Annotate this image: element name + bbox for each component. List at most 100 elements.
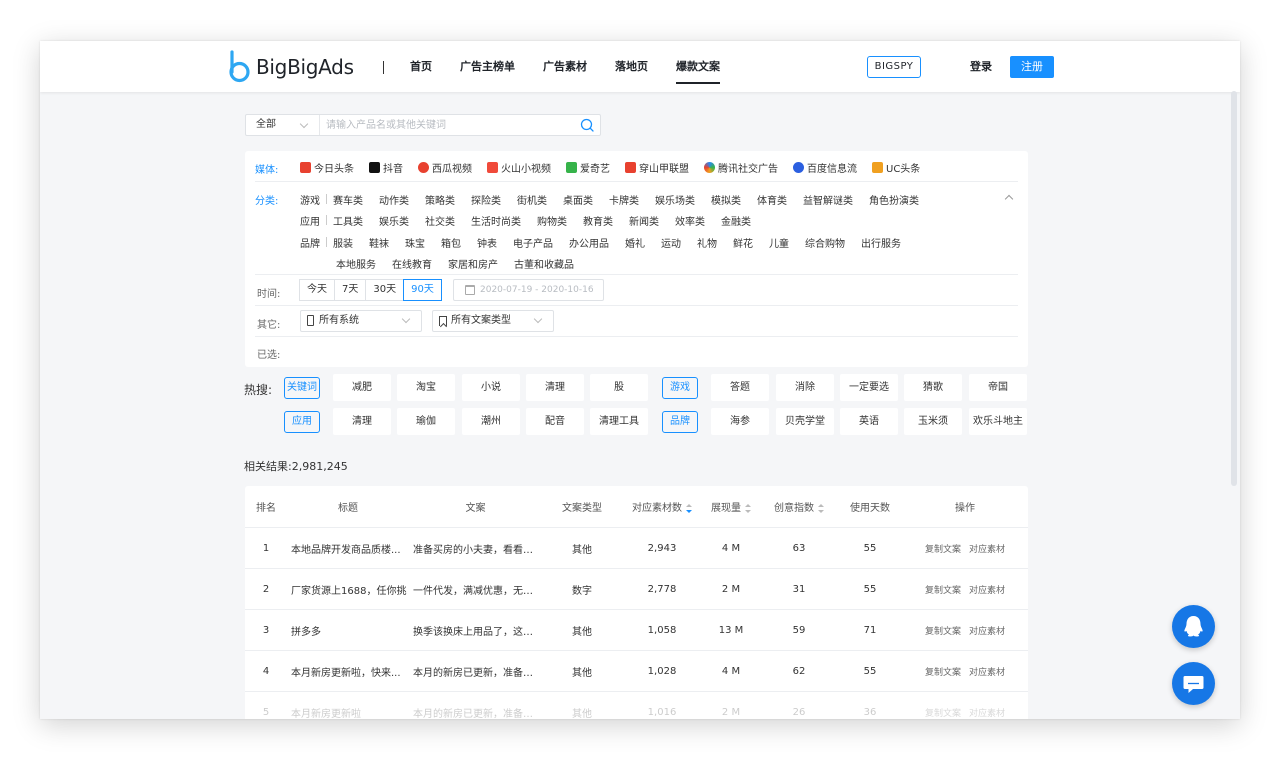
- sort-icon[interactable]: [686, 503, 692, 513]
- qq-support-button[interactable]: [1172, 605, 1215, 648]
- search-scope-select[interactable]: 全部: [246, 115, 320, 135]
- system-select[interactable]: 所有系统: [300, 310, 422, 332]
- hot-chip[interactable]: 玉米须: [904, 408, 962, 435]
- category-item[interactable]: 赛车类: [333, 192, 363, 207]
- view-materials-link[interactable]: 对应素材: [969, 668, 1005, 678]
- hot-tag-brand[interactable]: 品牌: [662, 411, 698, 433]
- category-item[interactable]: 街机类: [517, 192, 547, 207]
- category-item[interactable]: 办公用品: [569, 235, 609, 250]
- hot-chip[interactable]: 小说: [462, 374, 520, 401]
- view-materials-link[interactable]: 对应素材: [969, 709, 1005, 719]
- media-toutiao[interactable]: 今日头条: [300, 160, 354, 175]
- hot-chip[interactable]: 消除: [776, 374, 834, 401]
- category-item[interactable]: 新闻类: [629, 213, 659, 228]
- hot-tag-game[interactable]: 游戏: [662, 377, 698, 399]
- sort-icon[interactable]: [745, 503, 751, 513]
- time-option-7d[interactable]: 7天: [334, 279, 367, 301]
- hot-chip[interactable]: 帝国: [969, 374, 1027, 401]
- hot-chip[interactable]: 清理工具: [590, 408, 648, 435]
- category-item[interactable]: 婚礼: [625, 235, 645, 250]
- hot-chip[interactable]: 海参: [711, 408, 769, 435]
- category-item[interactable]: 动作类: [379, 192, 409, 207]
- hot-chip[interactable]: 一定要选: [840, 374, 898, 401]
- category-item[interactable]: 金融类: [721, 213, 751, 228]
- category-item[interactable]: 珠宝: [405, 235, 425, 250]
- media-xigua[interactable]: 西瓜视频: [418, 160, 472, 175]
- category-item[interactable]: 教育类: [583, 213, 613, 228]
- hot-chip[interactable]: 配音: [526, 408, 584, 435]
- view-materials-link[interactable]: 对应素材: [969, 586, 1005, 596]
- hot-tag-keyword[interactable]: 关键词: [284, 377, 320, 399]
- hot-chip[interactable]: 淘宝: [397, 374, 455, 401]
- nav-advertiser-ranking[interactable]: 广告主榜单: [460, 41, 515, 92]
- category-item[interactable]: 本地服务: [336, 256, 376, 271]
- hot-chip[interactable]: 减肥: [333, 374, 391, 401]
- date-range-picker[interactable]: 2020-07-19 - 2020-10-16: [453, 279, 604, 301]
- nav-home[interactable]: 首页: [410, 41, 432, 92]
- category-item[interactable]: 社交类: [425, 213, 455, 228]
- category-item[interactable]: 出行服务: [861, 235, 901, 250]
- category-item[interactable]: 娱乐场类: [655, 192, 695, 207]
- copy-type-select[interactable]: 所有文案类型: [432, 310, 554, 332]
- search-icon[interactable]: [580, 118, 594, 132]
- category-item[interactable]: 娱乐类: [379, 213, 409, 228]
- category-item[interactable]: 钟表: [477, 235, 497, 250]
- hot-chip[interactable]: 猜歌: [904, 374, 962, 401]
- bigspy-button[interactable]: BIGSPY: [867, 56, 921, 78]
- copy-text-link[interactable]: 复制文案: [925, 586, 961, 596]
- category-item[interactable]: 桌面类: [563, 192, 593, 207]
- register-button[interactable]: 注册: [1010, 56, 1054, 78]
- hot-chip[interactable]: 清理: [526, 374, 584, 401]
- nav-hot-copy[interactable]: 爆款文案: [676, 41, 720, 92]
- view-materials-link[interactable]: 对应素材: [969, 627, 1005, 637]
- hot-chip[interactable]: 股: [590, 374, 648, 401]
- copy-text-link[interactable]: 复制文案: [925, 627, 961, 637]
- nav-landing-pages[interactable]: 落地页: [615, 41, 648, 92]
- nav-ad-creatives[interactable]: 广告素材: [543, 41, 587, 92]
- chat-button[interactable]: [1172, 662, 1215, 705]
- hot-chip[interactable]: 英语: [840, 408, 898, 435]
- col-materials[interactable]: 对应素材数: [622, 499, 702, 514]
- hot-chip[interactable]: 瑜伽: [397, 408, 455, 435]
- category-item[interactable]: 卡牌类: [609, 192, 639, 207]
- category-item[interactable]: 家居和房产: [448, 256, 498, 271]
- category-item[interactable]: 模拟类: [711, 192, 741, 207]
- view-materials-link[interactable]: 对应素材: [969, 545, 1005, 555]
- media-uc[interactable]: UC头条: [872, 160, 920, 175]
- scrollbar[interactable]: [1231, 91, 1237, 486]
- hot-chip[interactable]: 贝壳学堂: [776, 408, 834, 435]
- col-impressions[interactable]: 展现量: [702, 499, 760, 514]
- hot-chip[interactable]: 答题: [711, 374, 769, 401]
- category-item[interactable]: 鲜花: [733, 235, 753, 250]
- hot-tag-app[interactable]: 应用: [284, 411, 320, 433]
- hot-chip[interactable]: 清理: [333, 408, 391, 435]
- category-item[interactable]: 体育类: [757, 192, 787, 207]
- category-item[interactable]: 电子产品: [513, 235, 553, 250]
- category-item[interactable]: 角色扮演类: [869, 192, 919, 207]
- time-option-today[interactable]: 今天: [299, 279, 335, 301]
- media-iqiyi[interactable]: 爱奇艺: [566, 160, 610, 175]
- category-item[interactable]: 鞋袜: [369, 235, 389, 250]
- category-item[interactable]: 在线教育: [392, 256, 432, 271]
- media-huoshan[interactable]: 火山小视频: [487, 160, 551, 175]
- time-option-90d[interactable]: 90天: [403, 279, 442, 301]
- time-option-30d[interactable]: 30天: [365, 279, 405, 301]
- category-item[interactable]: 礼物: [697, 235, 717, 250]
- hot-chip[interactable]: 欢乐斗地主: [969, 408, 1027, 435]
- category-item[interactable]: 策略类: [425, 192, 455, 207]
- category-item[interactable]: 古董和收藏品: [514, 256, 574, 271]
- copy-text-link[interactable]: 复制文案: [925, 668, 961, 678]
- category-item[interactable]: 儿童: [769, 235, 789, 250]
- copy-text-link[interactable]: 复制文案: [925, 709, 961, 719]
- sort-icon[interactable]: [818, 503, 824, 513]
- category-item[interactable]: 箱包: [441, 235, 461, 250]
- copy-text-link[interactable]: 复制文案: [925, 545, 961, 555]
- category-item[interactable]: 服装: [333, 235, 353, 250]
- category-item[interactable]: 生活时尚类: [471, 213, 521, 228]
- chevron-up-icon[interactable]: [1004, 194, 1014, 204]
- hot-chip[interactable]: 潮州: [462, 408, 520, 435]
- category-item[interactable]: 购物类: [537, 213, 567, 228]
- category-item[interactable]: 效率类: [675, 213, 705, 228]
- media-pangle[interactable]: 穿山甲联盟: [625, 160, 689, 175]
- category-item[interactable]: 综合购物: [805, 235, 845, 250]
